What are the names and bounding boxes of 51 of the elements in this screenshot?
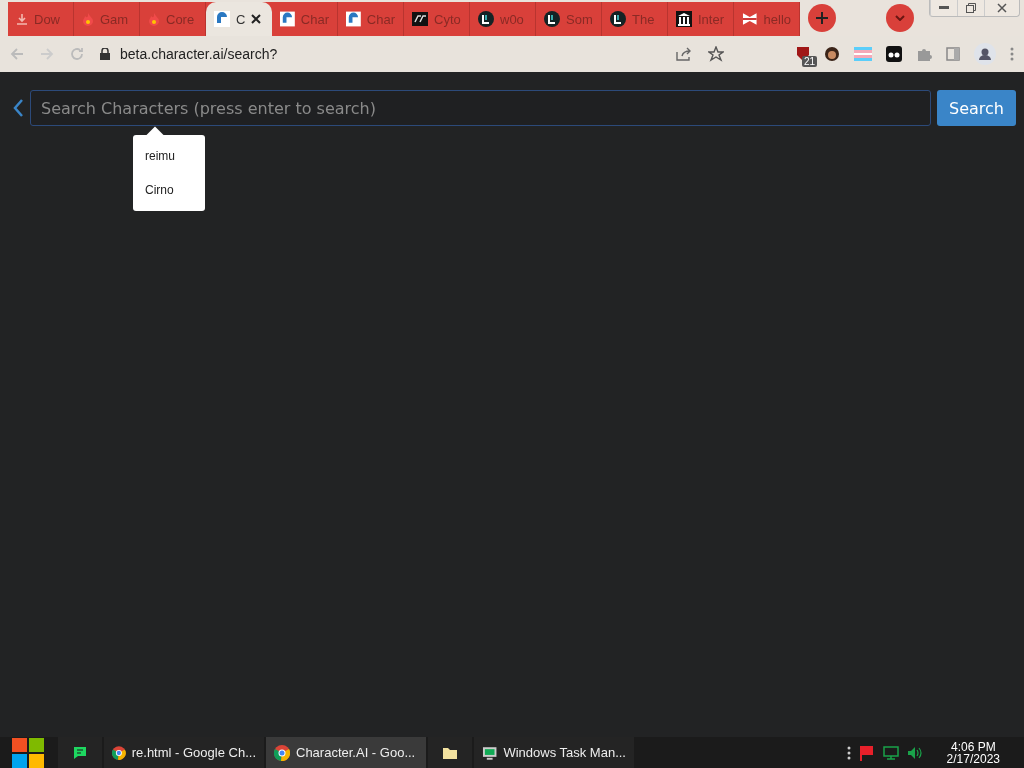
search-field[interactable]: Search Characters (press enter to search) <box>30 90 932 126</box>
profile-icon[interactable] <box>974 43 996 65</box>
chrome-icon <box>274 744 290 761</box>
clock-time: 4:06 PM <box>950 740 996 753</box>
search-button[interactable]: Search <box>937 90 1016 126</box>
chat-icon[interactable] <box>72 744 88 761</box>
tab-search-button[interactable] <box>886 4 914 32</box>
restore-icon <box>966 3 976 13</box>
eyes-icon[interactable] <box>886 46 902 62</box>
star-icon[interactable] <box>708 46 724 62</box>
browser-tab[interactable]: C <box>206 2 272 36</box>
character-icon <box>346 11 361 27</box>
monitor-icon <box>482 744 498 761</box>
windows-logo-icon[interactable] <box>12 737 44 768</box>
folder-icon[interactable] <box>442 745 458 760</box>
close-icon[interactable] <box>251 14 262 24</box>
logo-icon <box>544 11 560 27</box>
network-icon[interactable] <box>882 744 899 761</box>
extension-badge: 21 <box>802 56 818 67</box>
url-text[interactable]: beta.character.ai/search? <box>120 46 278 62</box>
menu-icon[interactable] <box>1010 47 1014 61</box>
avatar-icon[interactable] <box>824 46 840 62</box>
suggestion-item[interactable]: reimu <box>133 139 205 173</box>
chrome-icon <box>112 744 126 761</box>
new-tab-button[interactable] <box>808 4 836 32</box>
suggestion-item[interactable]: Cirno <box>133 173 205 207</box>
logo-icon <box>478 11 494 27</box>
logo-icon <box>610 11 626 27</box>
logo-icon <box>412 12 428 26</box>
minimize-icon <box>939 6 949 10</box>
flame-icon <box>148 12 160 26</box>
speaker-icon[interactable] <box>906 745 923 760</box>
download-icon <box>16 13 28 25</box>
back-icon[interactable] <box>12 98 24 118</box>
taskbar-item[interactable]: Character.AI - Goo... <box>266 737 426 768</box>
taskbar-item[interactable]: Windows Task Man... <box>474 737 634 768</box>
chevron-down-icon <box>895 15 905 21</box>
share-icon[interactable] <box>676 47 692 61</box>
plus-icon <box>816 12 828 24</box>
character-icon <box>214 11 230 27</box>
close-icon <box>997 3 1007 13</box>
flame-icon <box>82 12 94 26</box>
browser-tab[interactable]: Dow <box>8 2 74 36</box>
flag-icon[interactable] <box>858 744 875 761</box>
character-icon <box>280 11 295 27</box>
bookmark-icon <box>742 11 758 27</box>
clock-date: 2/17/2023 <box>946 752 1000 765</box>
lock-icon <box>100 48 110 60</box>
taskbar-item[interactable]: re.html - Google Ch... <box>104 737 264 768</box>
building-icon <box>676 11 692 27</box>
overflow-icon[interactable] <box>846 745 851 760</box>
